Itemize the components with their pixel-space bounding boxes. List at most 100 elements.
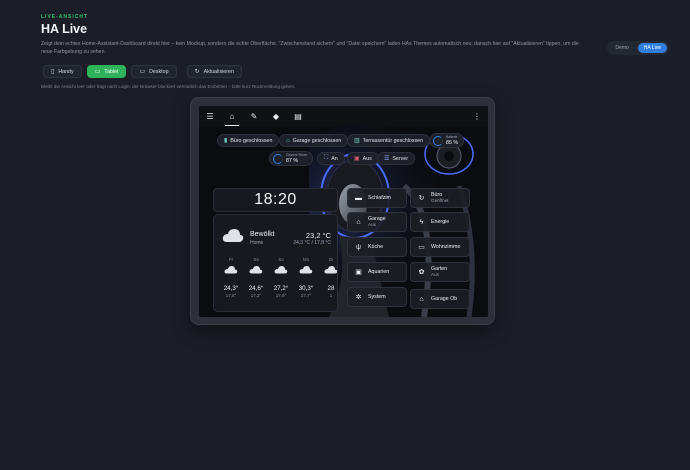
refresh-button[interactable]: ↻ Aktualisieren <box>186 65 242 78</box>
phone-icon: ▯ <box>51 68 55 75</box>
tile-garage-ob[interactable]: ⌂ Garage Ob <box>410 289 470 309</box>
sofa-icon: ▭ <box>418 244 425 251</box>
chip-label: Aus <box>362 155 372 162</box>
switch-icon: ▣ <box>354 156 360 162</box>
forecast-high: 24,6° <box>248 285 264 292</box>
tile-garten[interactable]: ✿ Garten Aus <box>410 262 470 282</box>
tile-wohnzimmer[interactable]: ▭ Wohnzimme <box>410 237 470 257</box>
forecast-low: 17,7° <box>300 293 312 298</box>
tile-name: Aquarien <box>368 269 390 275</box>
cloud-icon <box>249 266 263 274</box>
gauge-ring <box>433 135 443 146</box>
garage-status-chip[interactable]: ⌂ Garage geschlossen <box>279 134 349 147</box>
server-icon: ☰ <box>384 156 390 162</box>
tile-name: System <box>368 294 386 300</box>
chip-label: Garage geschlossen <box>292 137 342 144</box>
battery-gauge-chip[interactable]: Batterie 85 % <box>429 133 465 148</box>
weather-temperature: 23,2 °C <box>305 231 331 240</box>
cloud-icon <box>324 266 337 274</box>
buero-status-chip[interactable]: ▮ Büro geschlossen <box>217 134 280 147</box>
forecast-high: 24,3° <box>223 285 239 292</box>
tile-name: Küche <box>368 244 384 250</box>
forecast-day-label: Sa <box>253 257 259 262</box>
tile-aquarien[interactable]: ▣ Aquarien <box>347 262 407 282</box>
tile-garage[interactable]: ⌂ Garage Aus <box>347 212 407 232</box>
forecast-high: 28 <box>327 285 335 292</box>
chip-label: Terrassentür geschlossen <box>362 137 424 144</box>
tile-state: Aus <box>431 272 439 277</box>
tablet-button[interactable]: ▭ Tablet <box>86 65 127 78</box>
forecast-low: 17,2° <box>250 293 262 298</box>
forecast-day: Fr 24,3° 17,8° <box>220 257 242 298</box>
forecast-day-label: Di <box>328 257 334 262</box>
tablet-icon: ▭ <box>94 68 101 75</box>
cloud-icon <box>299 266 313 274</box>
mode-switch: Demo HA Live <box>607 41 669 55</box>
handy-button[interactable]: ▯ Handy <box>43 65 82 78</box>
weather-location: Home <box>250 240 264 246</box>
forecast-day-label: So <box>278 257 284 262</box>
tile-state: Geöffnet <box>431 198 449 203</box>
page-title: HA Live <box>41 22 88 36</box>
garage-icon: ⌂ <box>419 295 424 303</box>
gauge-value: 87 % <box>286 157 299 164</box>
gauge-value: 85 % <box>446 139 459 146</box>
ha-header: ☰ ⌂ ✎ ◆ ▤ ⋮ <box>199 106 488 126</box>
tile-system[interactable]: ✲ System <box>347 287 407 307</box>
cloud-icon <box>274 266 288 274</box>
menu-icon[interactable]: ☰ <box>199 106 221 126</box>
home-icon[interactable]: ⌂ <box>221 106 243 126</box>
more-icon[interactable]: ⋮ <box>466 106 488 126</box>
chip-label: An <box>331 155 338 162</box>
gauge-ring <box>273 153 283 164</box>
power-gauge-chip[interactable]: Gesamt Strom 87 % <box>269 151 314 166</box>
tablet-label: Tablet <box>104 68 119 75</box>
tile-name: Schlafzim <box>368 195 391 201</box>
desktop-button[interactable]: ▭ Desktop <box>131 65 177 78</box>
paint-icon[interactable]: ◆ <box>265 106 287 126</box>
weather-card[interactable]: Bewölkt Home 23,2 °C 24,3 °C / 17,8 °C F… <box>213 214 338 312</box>
trash-icon[interactable]: ▤ <box>287 106 309 126</box>
forecast-day: So 27,2° 17,9° <box>270 257 292 298</box>
refresh-icon: ↻ <box>194 68 200 75</box>
an-chip[interactable]: ⛶ An <box>317 152 345 165</box>
pencil-icon[interactable]: ✎ <box>243 106 265 126</box>
lightning-icon: ϟ <box>419 218 424 226</box>
cloud-icon <box>224 266 238 274</box>
clock-card: 18:20 <box>213 188 338 212</box>
ha-iframe[interactable]: ☰ ⌂ ✎ ◆ ▤ ⋮ ▮ Büro geschlossen ⌂ Garage … <box>199 106 488 317</box>
forecast-day: Di 28 1 <box>320 257 337 298</box>
eyebrow-label: LIVE-ANSICHT <box>41 14 88 20</box>
cutlery-icon: ψ <box>356 243 361 251</box>
forecast-low: 17,8° <box>225 293 237 298</box>
forecast-day: Sa 24,6° 17,2° <box>245 257 267 298</box>
forecast-day-label: Mo <box>303 257 309 262</box>
live-mode-button[interactable]: HA Live <box>637 43 667 53</box>
handy-label: Handy <box>58 68 74 75</box>
aquarium-icon: ▣ <box>355 269 362 276</box>
terrasse-status-chip[interactable]: ▥ Terrassentür geschlossen <box>347 134 431 147</box>
desktop-label: Desktop <box>149 68 169 75</box>
demo-mode-button[interactable]: Demo <box>609 43 634 53</box>
forecast-day: Mo 30,3° 17,7° <box>295 257 317 298</box>
tile-energie[interactable]: ϟ Energie <box>410 212 470 232</box>
garage-icon: ⌂ <box>286 137 290 144</box>
tile-name: Energie <box>431 219 450 225</box>
forecast-high: 27,2° <box>273 285 289 292</box>
gear-icon: ✲ <box>355 294 362 301</box>
weather-range: 24,3 °C / 17,8 °C <box>293 240 331 246</box>
chip-label: Büro geschlossen <box>230 137 273 144</box>
aus-chip[interactable]: ▣ Aus <box>347 152 379 165</box>
device-toolbar: ▯ Handy ▭ Tablet ▭ Desktop ↻ Aktualisier… <box>43 65 242 78</box>
forecast-high: 30,3° <box>298 285 314 292</box>
switch-icon: ⛶ <box>324 155 329 161</box>
page-description: Zeigt dein echtes Home-Assistant-Dashboa… <box>41 41 579 55</box>
refresh-label: Aktualisieren <box>203 68 234 75</box>
door-icon: ▥ <box>354 138 360 144</box>
tile-buero[interactable]: ↻ Büro Geöffnet <box>410 188 470 208</box>
tile-schlafzimmer[interactable]: ▬ Schlafzim <box>347 188 407 208</box>
chip-label: Server <box>392 155 408 162</box>
tile-kueche[interactable]: ψ Küche <box>347 237 407 257</box>
monitor-icon: ▭ <box>139 68 146 75</box>
server-chip[interactable]: ☰ Server <box>377 152 415 165</box>
